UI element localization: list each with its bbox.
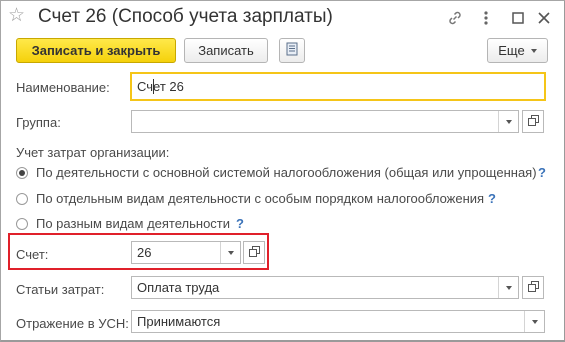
document-list-button[interactable]: [279, 38, 305, 63]
close-icon[interactable]: [533, 7, 555, 29]
more-button[interactable]: Еще: [487, 38, 548, 63]
radio-special-taxation[interactable]: [16, 193, 28, 205]
form-window: ☆ Счет 26 (Способ учета зарплаты) Записа…: [0, 0, 565, 342]
group-field[interactable]: [131, 110, 519, 133]
dropdown-icon[interactable]: [498, 111, 519, 132]
cost-accounting-label: Учет затрат организации:: [16, 145, 170, 160]
dropdown-icon[interactable]: [220, 242, 241, 263]
radio-main-taxation-label[interactable]: По деятельности с основной системой нало…: [36, 165, 537, 181]
group-open-button[interactable]: [522, 110, 544, 133]
account-open-button[interactable]: [243, 241, 265, 264]
account-value: 26: [137, 245, 152, 260]
usn-field[interactable]: Принимаются: [131, 310, 545, 333]
radio-main-taxation[interactable]: [16, 167, 28, 179]
name-value: Счет 26: [137, 79, 184, 94]
help-icon[interactable]: ?: [236, 216, 244, 232]
open-icon: [248, 245, 260, 260]
help-icon[interactable]: ?: [538, 165, 546, 181]
dropdown-icon[interactable]: [524, 311, 545, 332]
cost-items-open-button[interactable]: [522, 276, 544, 299]
window-title: Счет 26 (Способ учета зарплаты): [38, 6, 333, 27]
open-icon: [527, 114, 539, 129]
maximize-icon[interactable]: [507, 7, 529, 29]
chevron-down-icon: [530, 48, 537, 53]
account-label: Счет:: [16, 247, 49, 262]
document-list-icon: [286, 42, 298, 59]
command-bar: Записать и закрыть Записать Еще: [1, 37, 564, 67]
open-icon: [527, 280, 539, 295]
more-label: Еще: [498, 43, 525, 58]
save-and-close-button[interactable]: Записать и закрыть: [16, 38, 176, 63]
name-label: Наименование:: [16, 80, 110, 95]
save-button[interactable]: Записать: [184, 38, 268, 63]
text-cursor: [153, 79, 154, 94]
title-bar: ☆ Счет 26 (Способ учета зарплаты): [1, 1, 564, 33]
help-icon[interactable]: ?: [488, 191, 496, 207]
usn-value: Принимаются: [137, 314, 221, 329]
star-icon[interactable]: ☆: [8, 5, 25, 27]
cost-items-label: Статьи затрат:: [16, 282, 105, 297]
dropdown-icon[interactable]: [498, 277, 519, 298]
link-icon[interactable]: [444, 7, 466, 29]
name-field[interactable]: Счет 26: [130, 72, 546, 101]
radio-special-taxation-label[interactable]: По отдельным видам деятельности с особым…: [36, 191, 484, 207]
cost-items-field[interactable]: Оплата труда: [131, 276, 519, 299]
more-vertical-icon[interactable]: [475, 7, 497, 29]
radio-different-activities-label[interactable]: По разным видам деятельности: [36, 216, 230, 232]
usn-label: Отражение в УСН:: [16, 316, 129, 331]
account-field[interactable]: 26: [131, 241, 241, 264]
group-label: Группа:: [16, 115, 61, 130]
radio-different-activities[interactable]: [16, 218, 28, 230]
cost-items-value: Оплата труда: [137, 280, 220, 295]
